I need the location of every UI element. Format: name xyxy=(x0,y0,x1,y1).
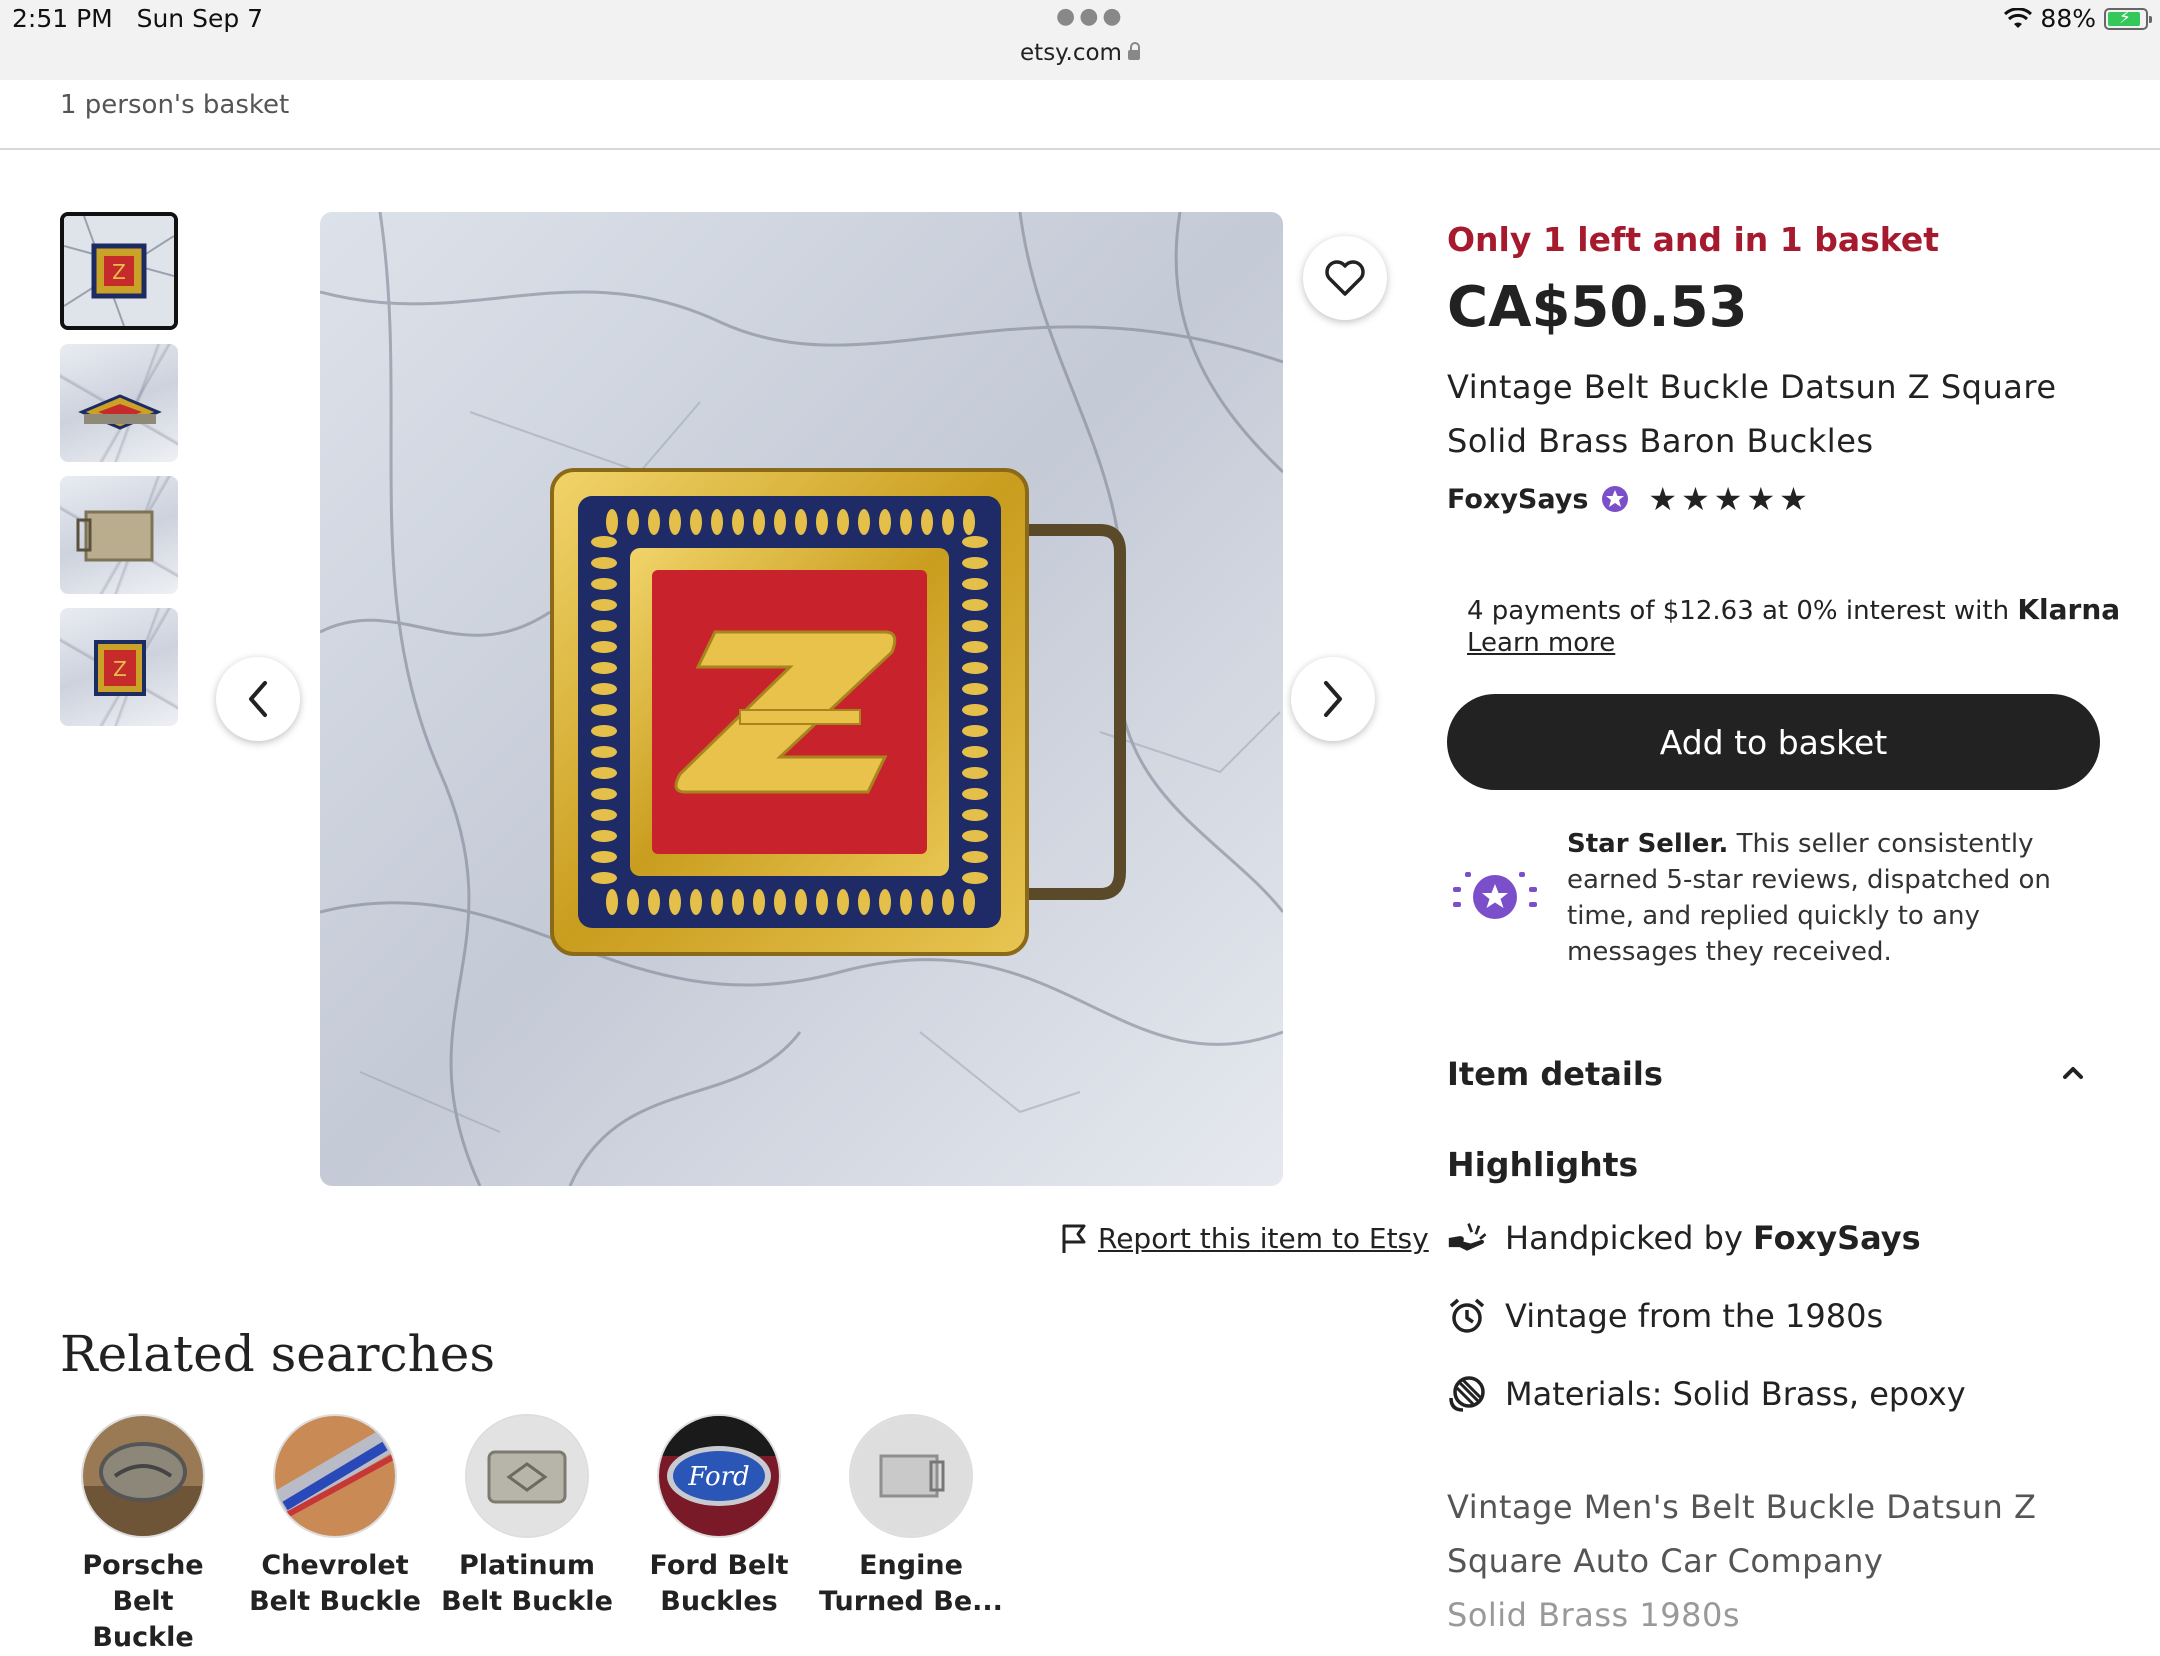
lock-icon xyxy=(1127,42,1140,60)
related-search-ford[interactable]: Ford Ford Belt Buckles xyxy=(624,1414,814,1620)
item-details-label[interactable]: Item details xyxy=(1447,1055,1663,1093)
related-search-image[interactable] xyxy=(849,1414,973,1538)
thumbnail-2[interactable] xyxy=(60,344,178,462)
chevron-up-icon[interactable] xyxy=(2059,1059,2087,1087)
related-searches-heading: Related searches xyxy=(60,1325,496,1383)
svg-text:Z: Z xyxy=(113,657,127,681)
thumbnail-4[interactable]: Z xyxy=(60,608,178,726)
battery-percent: 88% xyxy=(2040,4,2096,33)
related-search-chevrolet[interactable]: Chevrolet Belt Buckle xyxy=(240,1414,430,1620)
basket-notice: 1 person's basket xyxy=(60,90,290,120)
thumbnail-3[interactable] xyxy=(60,476,178,594)
status-indicators: 88% ⚡ xyxy=(2004,4,2152,33)
related-search-image[interactable] xyxy=(465,1414,589,1538)
basket-notice-bar: 1 person's basket xyxy=(0,80,2160,150)
rating-stars[interactable]: ★ ★ ★ ★ ★ xyxy=(1648,480,1807,518)
description-line-1: Vintage Men's Belt Buckle Datsun Z xyxy=(1447,1488,2037,1526)
flag-icon xyxy=(1062,1224,1086,1253)
product-description: Vintage Men's Belt Buckle Datsun Z Squar… xyxy=(1447,1480,2087,1642)
star-icon: ★ xyxy=(1681,480,1710,518)
status-time-text: 2:51 PM xyxy=(12,4,113,33)
report-item-label[interactable]: Report this item to Etsy xyxy=(1098,1222,1429,1255)
handpicked-prefix: Handpicked by xyxy=(1505,1219,1743,1257)
belt-buckle-photo xyxy=(320,212,1283,1186)
status-time: 2:51 PM Sun Sep 7 xyxy=(12,4,263,33)
battery-icon: ⚡ xyxy=(2104,7,2152,30)
vintage-text: Vintage from the 1980s xyxy=(1505,1297,1884,1335)
status-date-text: Sun Sep 7 xyxy=(136,4,264,33)
add-to-basket-button[interactable]: Add to basket xyxy=(1447,694,2100,790)
related-search-image[interactable] xyxy=(81,1414,205,1538)
seller-row: FoxySays ★ ★ ★ ★ ★ xyxy=(1447,480,1808,518)
star-seller-badge-icon xyxy=(1602,486,1629,512)
hand-picked-icon xyxy=(1447,1218,1487,1258)
star-icon: ★ xyxy=(1746,480,1776,518)
related-search-label[interactable]: Platinum Belt Buckle xyxy=(432,1548,622,1620)
main-product-image[interactable] xyxy=(320,212,1283,1186)
thumbnail-image-icon xyxy=(78,394,162,430)
star-icon: ★ xyxy=(1779,480,1808,518)
next-image-button[interactable] xyxy=(1291,657,1375,741)
multitasking-dots-icon[interactable]: ●●● xyxy=(1056,4,1126,29)
highlight-handpicked: Handpicked by FoxySays xyxy=(1447,1218,1921,1258)
alarm-clock-icon xyxy=(1447,1296,1487,1336)
related-search-engine-turned[interactable]: Engine Turned Be... xyxy=(816,1414,1006,1620)
report-item-link[interactable]: Report this item to Etsy xyxy=(1060,1222,1429,1255)
related-search-label[interactable]: Ford Belt Buckles xyxy=(624,1548,814,1620)
related-search-label[interactable]: Porsche Belt Buckle xyxy=(48,1548,238,1656)
highlights-heading: Highlights xyxy=(1447,1145,1639,1184)
address-bar[interactable]: etsy.com xyxy=(0,40,2160,66)
related-search-platinum[interactable]: Platinum Belt Buckle xyxy=(432,1414,622,1620)
product-title-line-1: Vintage Belt Buckle Datsun Z Square xyxy=(1447,368,2057,406)
related-search-label[interactable]: Chevrolet Belt Buckle xyxy=(240,1548,430,1620)
description-line-3: Solid Brass 1980s xyxy=(1447,1596,1740,1634)
thumbnail-image-icon xyxy=(76,510,154,562)
klarna-text: 4 payments of $12.63 at 0% interest with xyxy=(1467,596,2010,626)
description-line-2: Square Auto Car Company xyxy=(1447,1542,1884,1580)
star-seller-info: Star Seller. This seller consistently ea… xyxy=(1567,826,2107,970)
highlight-vintage: Vintage from the 1980s xyxy=(1447,1296,1883,1336)
seller-name-link[interactable]: FoxySays xyxy=(1447,484,1588,515)
chevron-right-icon xyxy=(1324,681,1342,717)
thumbnail-1[interactable]: Z xyxy=(60,212,178,330)
highlight-materials: Materials: Solid Brass, epoxy xyxy=(1447,1374,1966,1414)
klarna-offer: 4 payments of $12.63 at 0% interest with… xyxy=(1467,594,2120,659)
klarna-logo: Klarna xyxy=(2017,593,2121,626)
thumbnail-image-icon: Z xyxy=(64,216,174,326)
svg-text:Z: Z xyxy=(112,260,126,284)
star-seller-title: Star Seller. xyxy=(1567,829,1729,859)
thumbnail-image-icon: Z xyxy=(94,640,146,696)
price: CA$50.53 xyxy=(1447,275,1748,340)
related-search-label[interactable]: Engine Turned Be... xyxy=(816,1548,1006,1620)
related-search-image[interactable]: Ford xyxy=(657,1414,781,1538)
previous-image-button[interactable] xyxy=(216,657,300,741)
related-search-image[interactable] xyxy=(273,1414,397,1538)
materials-text: Materials: Solid Brass, epoxy xyxy=(1505,1375,1966,1413)
star-icon: ★ xyxy=(1648,480,1678,518)
star-seller-award-icon xyxy=(1453,872,1537,919)
product-title-line-2: Solid Brass Baron Buckles xyxy=(1447,422,1874,460)
browser-status-bar: 2:51 PM Sun Sep 7 ●●● etsy.com 88% ⚡ xyxy=(0,0,2160,80)
heart-icon xyxy=(1325,260,1365,296)
product-title: Vintage Belt Buckle Datsun Z Square Soli… xyxy=(1447,360,2107,468)
klarna-learn-more-link[interactable]: Learn more xyxy=(1467,628,1615,658)
wifi-icon xyxy=(2004,7,2033,28)
item-details-toggle[interactable]: Item details xyxy=(1447,1055,2107,1093)
url-text[interactable]: etsy.com xyxy=(1020,40,1122,66)
materials-icon xyxy=(1447,1374,1487,1414)
favorite-button[interactable] xyxy=(1303,236,1387,320)
charging-bolt-icon: ⚡ xyxy=(2119,7,2131,28)
handpicked-seller-link[interactable]: FoxySays xyxy=(1753,1219,1921,1257)
star-icon: ★ xyxy=(1713,480,1743,518)
stock-warning: Only 1 left and in 1 basket xyxy=(1447,220,1939,259)
svg-text:Ford: Ford xyxy=(687,1462,749,1492)
chevron-left-icon xyxy=(249,681,267,717)
